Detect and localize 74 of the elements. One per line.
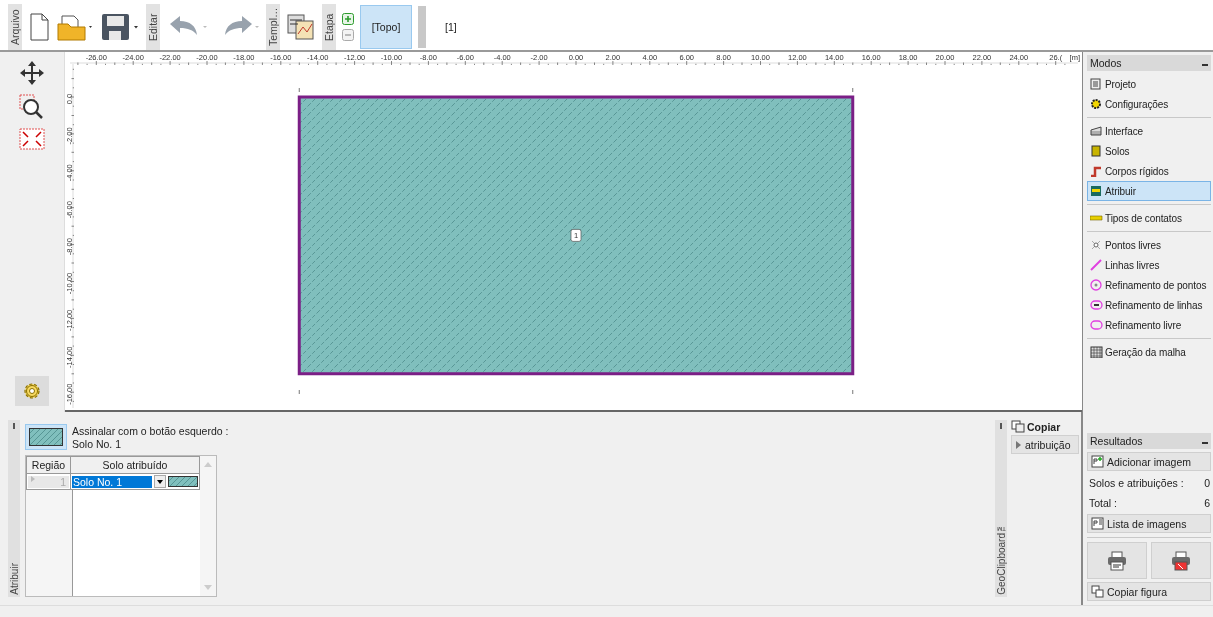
copy-image-icon: [1091, 585, 1104, 598]
column-header[interactable]: Região: [26, 456, 71, 474]
stage-tab[interactable]: [Topo]: [360, 5, 412, 49]
ribbon-group-label: Templ…: [266, 4, 280, 50]
copy-option-button[interactable]: atribuição: [1011, 435, 1079, 454]
ribbon-group-label: Etapa: [322, 4, 336, 50]
assign-icon: [1090, 185, 1103, 197]
row-number: 1: [60, 475, 66, 488]
zoom-icon[interactable]: [19, 94, 45, 120]
mode-item[interactable]: Interface: [1087, 121, 1211, 141]
mode-item[interactable]: Solos: [1087, 141, 1211, 161]
settings-gear-icon[interactable]: [21, 380, 43, 402]
mode-item[interactable]: Refinamento de linhas: [1087, 295, 1211, 315]
column-header[interactable]: Solo atribuído: [70, 456, 200, 474]
image-list-button[interactable]: Lista de imagens: [1087, 514, 1211, 533]
template-images-icon[interactable]: [286, 12, 316, 42]
dropdown-caret-icon[interactable]: [154, 475, 166, 488]
stage-separator: [418, 6, 426, 48]
mode-item[interactable]: Corpos rígidos: [1087, 161, 1211, 181]
assign-prompt: Assinalar com o botão esquerdo :: [72, 425, 229, 437]
mode-item[interactable]: Refinamento de pontos: [1087, 275, 1211, 295]
fit-view-icon[interactable]: [19, 128, 45, 150]
printer-icon: [1107, 550, 1127, 571]
rounded-rect-icon: [1090, 319, 1103, 331]
soil-icon: [1090, 145, 1103, 157]
stat-label: Total :: [1089, 496, 1117, 509]
move-arrows-icon[interactable]: [19, 60, 45, 86]
printer-icon: [1171, 550, 1191, 571]
print-button[interactable]: [1151, 542, 1211, 579]
soil-dropdown[interactable]: Solo No. 1: [72, 475, 152, 488]
stage-tab[interactable]: [1]: [432, 5, 470, 49]
panel-title: Modos: [1090, 57, 1122, 69]
panel-side-label: GeoClipboard™: [995, 522, 1007, 595]
line-icon: [1090, 259, 1103, 271]
mode-item[interactable]: Tipos de contatos: [1087, 208, 1211, 228]
mode-item[interactable]: Pontos livres: [1087, 235, 1211, 255]
mode-item[interactable]: Configurações: [1087, 94, 1211, 114]
print-button[interactable]: [1087, 542, 1147, 579]
open-folder-icon[interactable]: [56, 12, 94, 42]
copy-figure-button[interactable]: Copiar figura: [1087, 582, 1211, 601]
ribbon-group-label: Arquivo: [8, 4, 22, 50]
step-icon: [1090, 165, 1103, 177]
panel-side-label: Atribuir: [8, 563, 20, 595]
stat-value: 0: [1204, 476, 1210, 489]
mode-item[interactable]: Projeto: [1087, 74, 1211, 94]
save-disk-icon[interactable]: [100, 12, 140, 42]
remove-stage-icon[interactable]: [342, 29, 354, 41]
image-plus-icon: [1091, 455, 1104, 468]
layers-icon: [1090, 125, 1103, 137]
current-soil: Solo No. 1: [72, 438, 123, 450]
mode-item[interactable]: Linhas livres: [1087, 255, 1211, 275]
stat-label: Solos e atribuições :: [1089, 476, 1184, 489]
gear-icon: [1090, 98, 1103, 110]
add-stage-icon[interactable]: [342, 13, 354, 25]
contact-icon: [1090, 212, 1103, 224]
soil-swatch-button[interactable]: [25, 424, 67, 450]
clipboard-title: Copiar: [1027, 420, 1061, 433]
point-icon: [1090, 239, 1103, 251]
document-icon: [1090, 78, 1103, 90]
mode-item[interactable]: Refinamento livre: [1087, 315, 1211, 335]
expand-arrow-icon: [1016, 440, 1021, 449]
mesh-icon: [1090, 346, 1103, 358]
ribbon-group-label: Editar: [146, 4, 160, 50]
new-file-icon[interactable]: [28, 12, 50, 42]
mode-item[interactable]: Geração da malha: [1087, 342, 1211, 362]
panel-title: Resultados: [1090, 435, 1143, 447]
add-image-button[interactable]: Adicionar imagem: [1087, 452, 1211, 471]
circle-point-icon: [1090, 279, 1103, 291]
rounded-rect-icon: [1090, 299, 1103, 311]
soil-swatch: [168, 476, 198, 487]
mode-item[interactable]: Atribuir: [1087, 181, 1211, 201]
image-list-icon: [1091, 517, 1104, 530]
copy-icon: [1011, 420, 1025, 433]
stat-value: 6: [1204, 496, 1210, 509]
